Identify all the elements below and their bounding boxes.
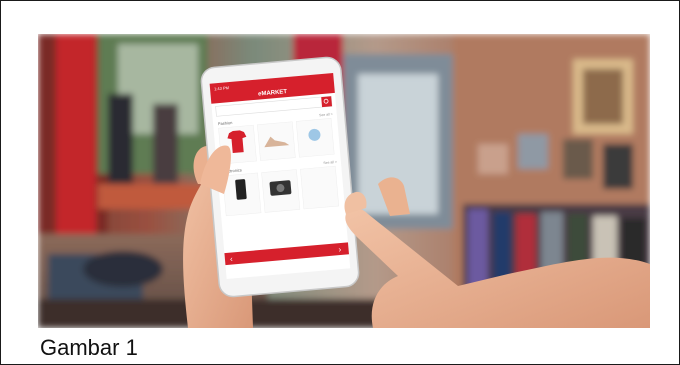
photo-smartphone-shopping: 1:43 PM eMARKET Fashion See all > Electr… <box>38 34 650 328</box>
search-button[interactable] <box>321 96 333 108</box>
phone-product-icon <box>235 179 247 200</box>
product-card-extra[interactable] <box>300 165 340 210</box>
figure-caption: Gambar 1 <box>40 335 138 360</box>
